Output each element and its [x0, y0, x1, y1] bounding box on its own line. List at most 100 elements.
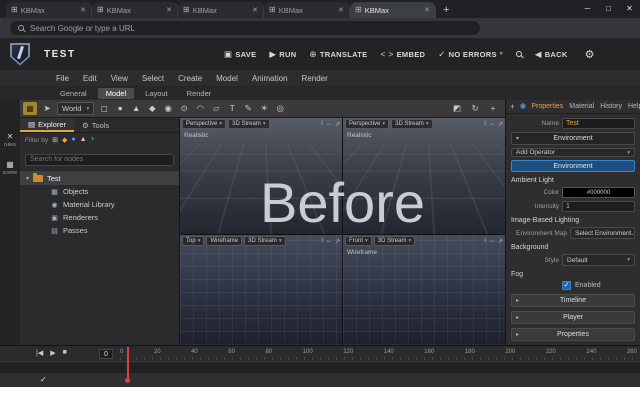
- snap-icon[interactable]: ◩: [451, 103, 463, 114]
- environment-section-header[interactable]: ▾ Environment: [511, 132, 635, 145]
- header-search-button[interactable]: [516, 51, 522, 57]
- style-dropdown[interactable]: Default ▾: [562, 254, 635, 266]
- stream-dropdown[interactable]: 3D Stream ▾: [228, 119, 269, 129]
- primitive-tool-icon[interactable]: ◻: [98, 103, 110, 114]
- rotate-view-icon[interactable]: ↻: [469, 103, 481, 114]
- section-timeline[interactable]: ▸ Timeline: [511, 294, 635, 307]
- primitive-tool-icon[interactable]: ⊙: [178, 103, 190, 114]
- back-button[interactable]: ◀ BACK: [535, 49, 568, 60]
- primitive-tool-icon[interactable]: ▲: [130, 103, 142, 114]
- expand-icon[interactable]: ↗: [498, 238, 503, 245]
- tab-model[interactable]: Model: [98, 88, 134, 99]
- name-input[interactable]: [562, 118, 635, 129]
- browser-tab[interactable]: ⊞ KBMax ✕: [178, 2, 264, 18]
- tab-properties[interactable]: Properties: [531, 103, 563, 110]
- color-swatch[interactable]: #000000: [562, 187, 635, 198]
- tab-general[interactable]: General: [52, 88, 95, 99]
- filter-type-icon[interactable]: ▲: [80, 136, 87, 144]
- run-button[interactable]: ▶ RUN: [269, 49, 296, 60]
- chevron-down-icon[interactable]: ▾: [26, 175, 29, 182]
- primitive-tool-icon[interactable]: ◠: [194, 103, 206, 114]
- tree-item[interactable]: ▦ Objects: [20, 185, 179, 198]
- view-type-dropdown[interactable]: Top ▾: [182, 236, 204, 246]
- view-type-dropdown[interactable]: Perspective ▾: [345, 119, 389, 129]
- viewport-bottom-right[interactable]: Front ▾ 3D Stream ▾ I ↔ ↗ Wireframe: [343, 235, 505, 345]
- info-icon[interactable]: I: [321, 238, 323, 245]
- tree-item[interactable]: ◉ Material Library: [20, 198, 179, 211]
- menu-item[interactable]: Create: [178, 74, 202, 83]
- minimize-button[interactable]: ─: [577, 0, 598, 18]
- pan-icon[interactable]: ↔: [326, 121, 332, 128]
- nav-scene[interactable]: ▦ scene: [3, 160, 18, 176]
- add-operator-icon[interactable]: +: [510, 102, 515, 111]
- environment-map-dropdown[interactable]: Select Environment... ▾: [570, 227, 635, 239]
- add-icon[interactable]: +: [487, 103, 499, 114]
- primitive-tool-icon[interactable]: ◉: [162, 103, 174, 114]
- node-search-input[interactable]: [25, 154, 174, 166]
- section-properties[interactable]: ▸ Properties: [511, 328, 635, 341]
- tree-root-test[interactable]: ▾ Test: [20, 171, 179, 185]
- enabled-checkbox[interactable]: ✓: [562, 281, 571, 290]
- tab-close-icon[interactable]: ✕: [424, 6, 430, 14]
- primitive-tool-icon[interactable]: ●: [114, 103, 126, 114]
- tree-item[interactable]: ▣ Renderers: [20, 211, 179, 224]
- menu-item[interactable]: View: [111, 74, 128, 83]
- tab-close-icon[interactable]: ✕: [252, 6, 258, 14]
- intensity-input[interactable]: [562, 201, 635, 212]
- tab-explorer[interactable]: ▤ Explorer: [20, 118, 74, 132]
- viewport-bottom-left[interactable]: Top ▾ Wireframe 3D Stream ▾ I ↔ ↗: [180, 235, 342, 345]
- tab-material[interactable]: Material: [569, 103, 594, 110]
- stream-dropdown[interactable]: 3D Stream ▾: [244, 236, 285, 246]
- browser-tab[interactable]: ⊞ KBMax ✕: [264, 2, 350, 18]
- menu-item[interactable]: File: [56, 74, 69, 83]
- playhead[interactable]: [127, 347, 129, 378]
- menu-item[interactable]: Model: [216, 74, 238, 83]
- star-icon[interactable]: ✱: [520, 102, 527, 111]
- filter-type-icon[interactable]: ●: [71, 136, 75, 144]
- transform-tool-button[interactable]: ▦: [23, 102, 37, 115]
- browser-tab[interactable]: ⊞ KBMax ✕: [92, 2, 178, 18]
- expand-icon[interactable]: ↗: [335, 121, 340, 128]
- embed-button[interactable]: < > EMBED: [380, 49, 425, 59]
- browser-tab[interactable]: ⊞ KBMax ✕: [350, 2, 436, 18]
- info-icon[interactable]: I: [321, 121, 323, 128]
- maximize-button[interactable]: □: [598, 0, 619, 18]
- menu-item[interactable]: Render: [302, 74, 328, 83]
- select-cursor-icon[interactable]: ➤: [41, 103, 53, 114]
- expand-icon[interactable]: ↗: [335, 238, 340, 245]
- add-operator-dropdown[interactable]: Add Operator ▾: [511, 148, 635, 157]
- primitive-tool-icon[interactable]: T: [226, 103, 238, 114]
- no-errors-button[interactable]: ✓ NO ERRORS ▾: [438, 49, 503, 60]
- stream-dropdown[interactable]: 3D Stream ▾: [374, 236, 415, 246]
- shading-button[interactable]: Wireframe: [206, 236, 242, 246]
- tab-close-icon[interactable]: ✕: [80, 6, 86, 14]
- stop-button[interactable]: ■: [63, 349, 67, 357]
- skip-start-button[interactable]: |◀: [36, 349, 43, 357]
- stream-dropdown[interactable]: 3D Stream ▾: [391, 119, 432, 129]
- pan-icon[interactable]: ↔: [489, 121, 495, 128]
- menu-item[interactable]: Select: [142, 74, 164, 83]
- primitive-tool-icon[interactable]: ✎: [242, 103, 254, 114]
- tab-close-icon[interactable]: ✕: [338, 6, 344, 14]
- address-bar[interactable]: Search Google or type a URL: [10, 21, 480, 35]
- tab-render[interactable]: Render: [179, 88, 220, 99]
- pan-icon[interactable]: ↔: [326, 238, 332, 245]
- view-type-dropdown[interactable]: Front ▾: [345, 236, 372, 246]
- nav-rules[interactable]: ✕ rules: [4, 132, 16, 148]
- new-tab-button[interactable]: +: [443, 5, 449, 15]
- menu-item[interactable]: Animation: [252, 74, 288, 83]
- filter-type-icon[interactable]: ⊞: [52, 136, 58, 144]
- section-player[interactable]: ▸ Player: [511, 311, 635, 324]
- primitive-tool-icon[interactable]: ◆: [146, 103, 158, 114]
- expand-icon[interactable]: ↗: [498, 121, 503, 128]
- play-button[interactable]: ▶: [50, 349, 55, 357]
- gear-icon[interactable]: ⚙: [585, 48, 595, 61]
- tree-item[interactable]: ▤ Passes: [20, 224, 179, 237]
- filter-type-icon[interactable]: ◆: [62, 136, 67, 144]
- save-button[interactable]: ▣ SAVE: [224, 49, 256, 60]
- window-close-button[interactable]: ✕: [619, 0, 640, 18]
- info-icon[interactable]: I: [484, 121, 486, 128]
- pan-icon[interactable]: ↔: [489, 238, 495, 245]
- tab-history[interactable]: History: [600, 103, 622, 110]
- primitive-tool-icon[interactable]: ☀: [258, 103, 270, 114]
